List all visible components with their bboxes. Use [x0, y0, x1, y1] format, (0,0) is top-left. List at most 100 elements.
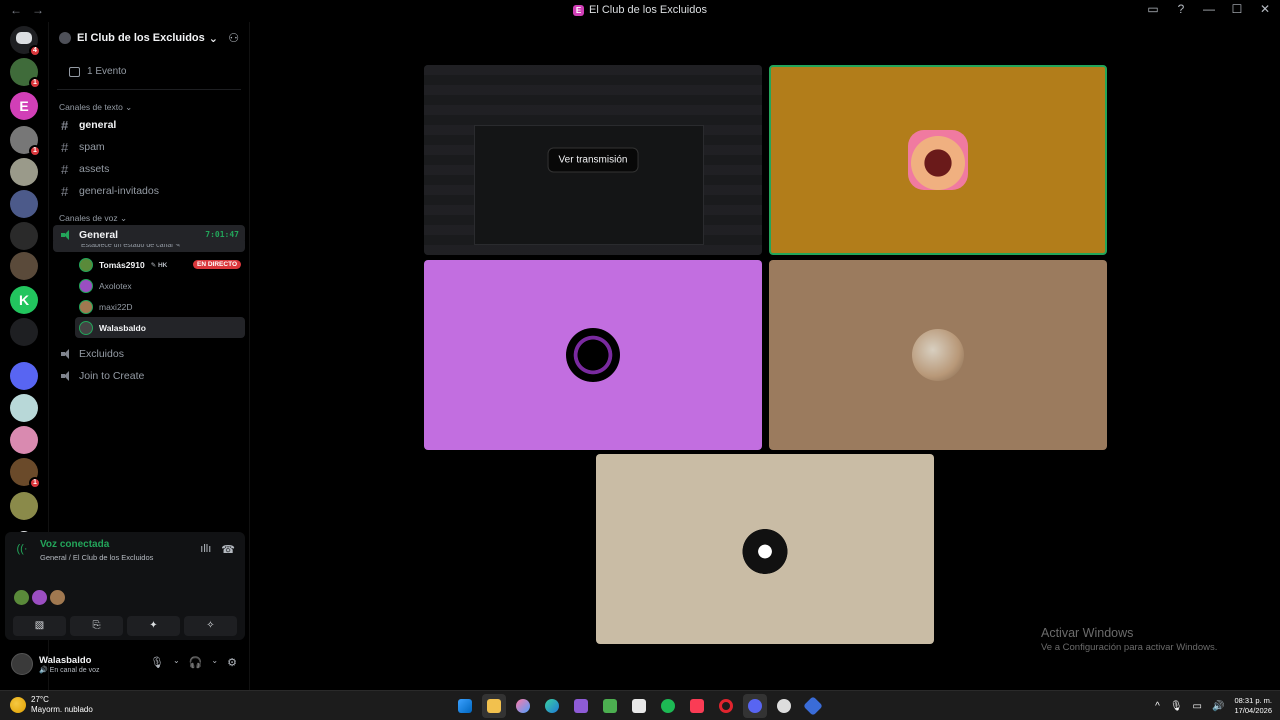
voice-channel[interactable]: Join to Create	[53, 365, 245, 387]
avatar[interactable]	[50, 590, 65, 605]
taskbar-edge[interactable]	[540, 694, 564, 718]
voice-user[interactable]: maxi22D	[75, 296, 245, 317]
voice-user[interactable]: Tomás2910 ✎ HK EN DIRECTO	[75, 254, 245, 275]
server-icon-5[interactable]	[10, 190, 38, 218]
server-icon-6[interactable]	[10, 222, 38, 250]
visual-studio-icon	[574, 699, 588, 713]
minimize-button[interactable]: —	[1202, 2, 1216, 16]
avatar[interactable]	[32, 590, 47, 605]
avatar[interactable]	[14, 590, 29, 605]
settings-gear-icon[interactable]: ⚙	[227, 656, 237, 669]
server-icon-7[interactable]	[10, 252, 38, 280]
server-badge: 1	[29, 77, 41, 89]
show-hidden-icons[interactable]: ^	[1155, 701, 1160, 712]
stream-tile[interactable]: Ver transmisión	[424, 65, 762, 255]
microphone-tray-icon[interactable]: 🎙	[1170, 701, 1183, 712]
server-icon-10[interactable]	[10, 362, 38, 390]
home-badge: 4	[29, 45, 41, 57]
server-icon-4[interactable]	[10, 158, 38, 186]
server-icon-12[interactable]	[10, 426, 38, 454]
music-icon	[690, 699, 704, 713]
windows-logo-icon	[458, 699, 472, 713]
signal-icon[interactable]: ((·	[13, 540, 31, 558]
soundboard-button[interactable]: ✧	[184, 616, 237, 636]
avatar	[79, 320, 93, 335]
voice-user[interactable]: Axolotex	[75, 275, 245, 296]
clock[interactable]: 08:31 p. m. 17/04/2026	[1234, 696, 1272, 716]
nav-arrows: ← →	[10, 3, 44, 17]
disconnect-icon[interactable]: ☎	[221, 543, 235, 556]
back-arrow-icon[interactable]: ←	[10, 3, 22, 17]
voice-category[interactable]: Canales de voz ⌄	[49, 211, 249, 225]
server-icon-13[interactable]: 1	[10, 458, 41, 489]
window-title-text: El Club de los Excluidos	[588, 4, 707, 16]
taskbar-minecraft[interactable]	[598, 694, 622, 718]
guild-header[interactable]: El Club de los Excluidos ⌄ ⚇	[49, 22, 249, 54]
weather-desc: Mayorm. nublado	[31, 705, 93, 714]
close-button[interactable]: ✕	[1258, 2, 1272, 16]
system-tray: ^ 🎙 ▭ 🔊 08:31 p. m. 17/04/2026	[1155, 696, 1272, 716]
microphone-icon[interactable]: 🎙	[150, 656, 164, 669]
taskbar-store[interactable]	[627, 694, 651, 718]
home-discord-button[interactable]: 4	[10, 26, 41, 57]
activities-button[interactable]: ✦	[127, 616, 180, 636]
avatar[interactable]	[11, 653, 33, 675]
axolotex-tile[interactable]	[424, 260, 762, 450]
taskbar-copilot[interactable]	[511, 694, 535, 718]
volume-icon[interactable]: 🔊	[1212, 701, 1224, 712]
noise-suppression-icon[interactable]: ıllı	[200, 543, 211, 556]
voice-status-title[interactable]: Voz conectada	[40, 539, 109, 550]
inbox-icon[interactable]: ▭	[1146, 2, 1160, 16]
camera-off-button[interactable]: ▧	[13, 616, 66, 636]
server-icon-14[interactable]	[10, 492, 38, 520]
help-icon[interactable]: ?	[1174, 2, 1188, 16]
maximize-button[interactable]: ☐	[1230, 2, 1244, 16]
headphones-icon[interactable]: 🎧	[189, 656, 203, 669]
tomas-avatar	[908, 130, 968, 190]
guild-name: El Club de los Excluidos	[77, 32, 205, 44]
text-channel-general[interactable]: # general	[53, 114, 245, 136]
start-button[interactable]	[453, 694, 477, 718]
network-icon[interactable]: ▭	[1193, 701, 1202, 712]
weather-widget[interactable]: 27°C Mayorm. nublado	[10, 695, 93, 715]
taskbar-steam[interactable]	[772, 694, 796, 718]
voice-user[interactable]: Walasbaldo	[75, 317, 245, 338]
taskbar-opera[interactable]	[714, 694, 738, 718]
share-screen-button[interactable]: ⎘	[70, 616, 123, 636]
walasbaldo-tile[interactable]	[596, 454, 934, 644]
server-icon-3[interactable]: 1	[10, 126, 41, 157]
events-row[interactable]: 1 Evento	[57, 54, 241, 90]
taskbar-visual-studio[interactable]	[569, 694, 593, 718]
username: Walasbaldo	[39, 654, 92, 666]
text-channel-assets[interactable]: # assets	[53, 158, 245, 180]
server-icon-11[interactable]	[10, 394, 38, 422]
taskbar-app[interactable]	[801, 694, 825, 718]
channel-name: assets	[79, 163, 110, 175]
server-icon-9[interactable]	[10, 318, 38, 346]
text-category[interactable]: Canales de texto ⌄	[49, 100, 249, 114]
text-channel-spam[interactable]: # spam	[53, 136, 245, 158]
maxi-tile[interactable]	[769, 260, 1107, 450]
text-channel-general-invitados[interactable]: # general-invitados	[53, 180, 245, 202]
watch-stream-button[interactable]: Ver transmisión	[547, 147, 639, 173]
hash-icon: #	[61, 139, 69, 155]
channel-name: Excluidos	[79, 348, 124, 360]
taskbar-discord[interactable]	[743, 694, 767, 718]
voice-channel-general[interactable]: General 7:01:47	[53, 225, 245, 244]
taskbar-spotify[interactable]	[656, 694, 680, 718]
server-icon-8[interactable]: K	[10, 286, 38, 314]
clock-date: 17/04/2026	[1234, 706, 1272, 715]
taskbar-file-explorer[interactable]	[482, 694, 506, 718]
chevron-down-icon[interactable]: ⌄	[173, 656, 180, 669]
chevron-down-icon[interactable]: ⌄	[211, 656, 218, 669]
server-icon-2[interactable]: E	[10, 92, 38, 120]
server-icon-1[interactable]: 1	[10, 58, 41, 89]
taskbar-apple-music[interactable]	[685, 694, 709, 718]
add-member-icon[interactable]: ⚇	[228, 31, 239, 45]
hash-icon: #	[61, 117, 69, 133]
temperature: 27°C	[31, 695, 49, 704]
walasbaldo-avatar	[740, 524, 790, 574]
forward-arrow-icon[interactable]: →	[32, 3, 44, 17]
voice-channel[interactable]: Excluidos	[53, 343, 245, 365]
tomas-tile[interactable]	[769, 65, 1107, 255]
